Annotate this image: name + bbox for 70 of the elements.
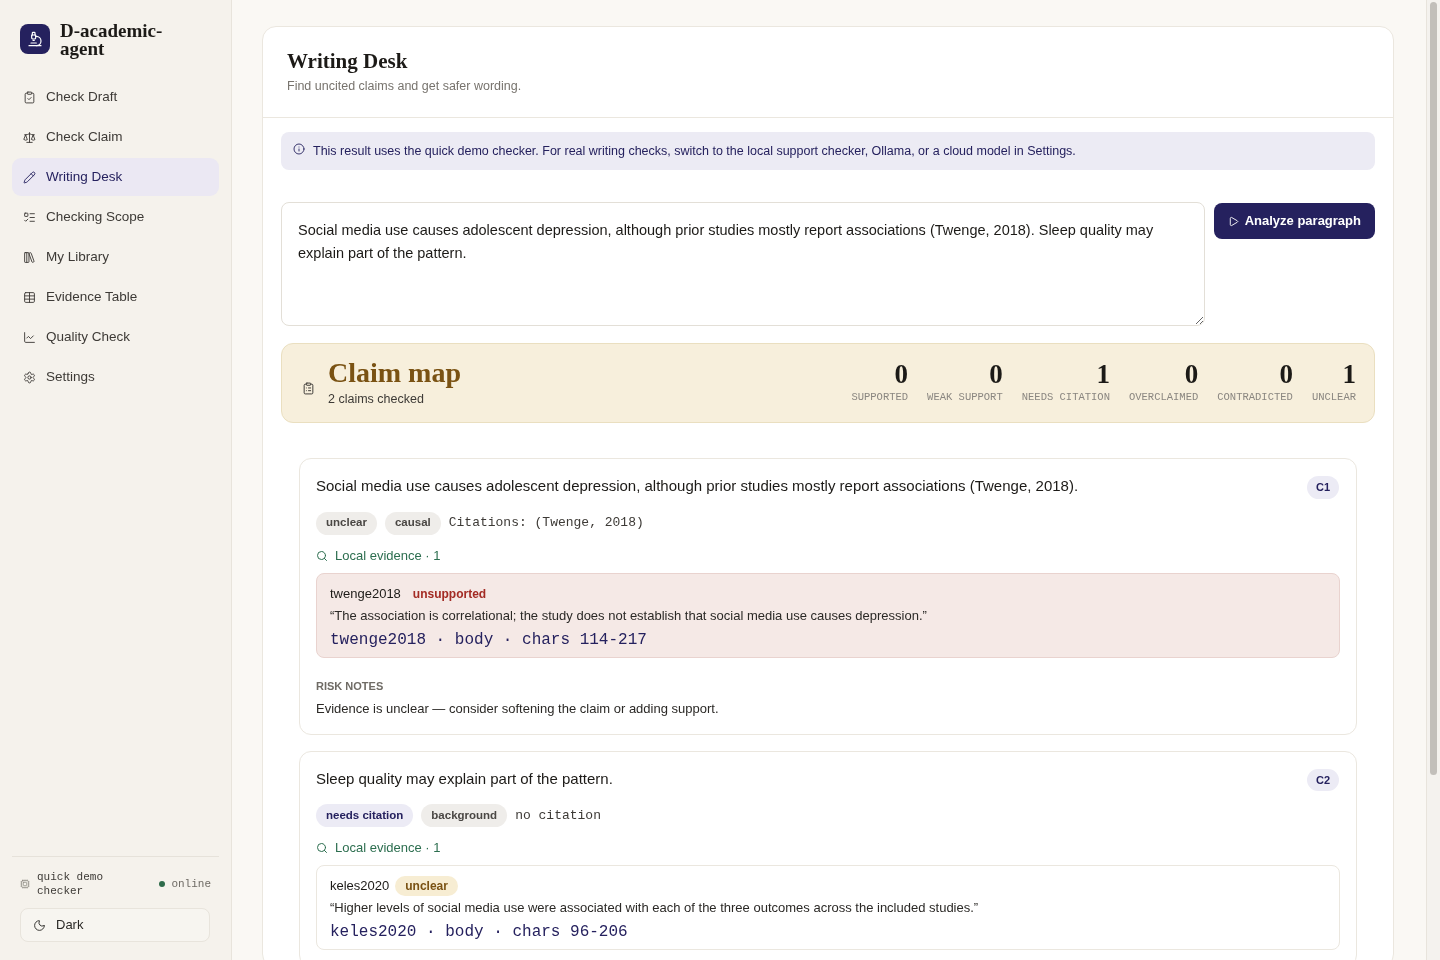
source-location: twenge2018 · body · chars 114-217: [330, 629, 648, 650]
stat-value: 0: [1279, 360, 1293, 389]
sidebar-item[interactable]: Check Claim: [12, 118, 219, 156]
stat-label: NEEDS CITATION: [1021, 390, 1110, 406]
claim-map-summary: 2 claims checked: [328, 390, 425, 408]
citations-text: no citation: [515, 806, 601, 825]
risk-note: Evidence is unclear — consider softening the claim or adding support.: [316, 699, 720, 718]
stat-label: WEAK SUPPORT: [927, 390, 1003, 406]
checker-name: quick demo checker: [37, 870, 104, 898]
stat-label: SUPPORTED: [851, 390, 909, 406]
page-title: Writing Desk: [287, 48, 409, 74]
status-text: online: [171, 876, 211, 892]
sidebar-item[interactable]: Settings: [12, 358, 219, 396]
sidebar-item[interactable]: My Library: [12, 238, 219, 276]
evidence-heading: Local evidence · 1: [335, 839, 441, 857]
source-key: twenge2018: [330, 584, 401, 603]
table-icon: [23, 290, 36, 304]
sidebar-item[interactable]: Checking Scope: [12, 198, 219, 236]
evidence-quote: “The association is correlational; the study does not establish that social media use causes depression.”: [330, 606, 928, 625]
books-icon: [23, 250, 36, 264]
clipboard-icon: [302, 381, 315, 395]
sidebar-item[interactable]: Quality Check: [12, 318, 219, 356]
citations-text: Citations: (Twenge, 2018): [448, 514, 644, 533]
stat-value: 0: [1184, 360, 1199, 389]
stat-value: 0: [894, 360, 909, 389]
stat-label: OVERCLAIMED: [1128, 390, 1199, 406]
evidence-quote: “Higher levels of social media use were associated with each of the three outcomes across the included studies.”: [330, 899, 980, 917]
page-subtitle: Find uncited claims and get safer wording.: [287, 78, 523, 95]
chip-icon: [20, 879, 30, 889]
search-icon: [316, 842, 328, 854]
stat-value: 0: [989, 360, 1003, 389]
claim-id-badge: C2: [1306, 768, 1339, 791]
stat-label: CONTRADICTED: [1217, 390, 1293, 406]
analyze-button[interactable]: Analyze paragraph: [1213, 203, 1375, 239]
settings-icon: [23, 370, 36, 384]
pencil-icon: [23, 170, 36, 184]
microscope-logo-icon: [20, 24, 50, 54]
scale-icon: [23, 130, 36, 144]
claim-tag: needs citation: [316, 804, 414, 827]
evidence-heading: Local evidence · 1: [335, 546, 441, 565]
line-chart-icon: [23, 330, 36, 344]
moon-icon: [33, 918, 46, 932]
sidebar-item[interactable]: Check Draft: [12, 78, 219, 116]
source-location: keles2020 · body · chars 96-206: [330, 922, 629, 942]
risk-notes-heading: RISK NOTES: [316, 678, 385, 694]
clipboard-check-icon: [23, 90, 36, 104]
info-text: This result uses the quick demo checker. For real writing checks, switch to the local support checker, Ollama, or a cloud model in Settings.: [313, 142, 1076, 160]
paragraph-input[interactable]: Social media use causes adolescent depression, although prior studies mostly report associations (Twenge, 2018). Sleep quality may explain part of the pattern.: [281, 202, 1205, 326]
sidebar-item[interactable]: Writing Desk: [12, 158, 219, 196]
stat-label: UNCLEAR: [1311, 390, 1356, 406]
search-icon: [316, 549, 328, 562]
claim-tag: background: [421, 804, 508, 827]
verdict-label: unclear: [395, 876, 458, 896]
claim-tag: unclear: [316, 511, 377, 535]
claim-map-title: Claim map: [328, 357, 461, 388]
sidebar-item[interactable]: Evidence Table: [12, 278, 219, 316]
checklist-icon: [23, 210, 36, 224]
claim-tag: causal: [384, 511, 441, 535]
app-title: D-academic-agent: [60, 22, 164, 58]
play-icon: [1227, 215, 1239, 227]
theme-toggle-button[interactable]: Dark: [20, 908, 210, 942]
claim-id-badge: C1: [1306, 476, 1339, 499]
info-icon: [293, 143, 305, 155]
claim-text: Social media use causes adolescent depression, although prior studies mostly report associations (Twenge, 2018).: [316, 476, 1079, 496]
stat-value: 1: [1342, 360, 1356, 389]
verdict-label: unsupported: [411, 585, 488, 602]
scrollbar-thumb[interactable]: [1430, 2, 1437, 775]
claim-text: Sleep quality may explain part of the pattern.: [316, 768, 613, 789]
source-key: keles2020: [330, 877, 390, 895]
stat-value: 1: [1096, 360, 1110, 389]
